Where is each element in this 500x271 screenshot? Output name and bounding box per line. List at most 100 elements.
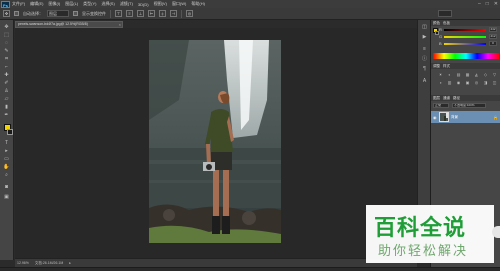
properties-icon[interactable]: ≡	[421, 46, 428, 53]
eye-icon[interactable]: ◉	[433, 115, 437, 120]
eraser-icon[interactable]: ▱	[3, 96, 10, 103]
stamp-icon[interactable]: ♙	[3, 88, 10, 95]
layer-controls: 正常 不透明度:100%	[431, 101, 500, 109]
minimize-icon[interactable]: –	[478, 1, 481, 7]
exposure-icon[interactable]: ▦	[464, 72, 471, 78]
lasso-icon[interactable]: ◌	[3, 40, 10, 47]
close-icon[interactable]: ✕	[494, 1, 498, 7]
character-icon[interactable]: A	[421, 78, 428, 85]
posterize-icon[interactable]: ◨	[482, 80, 489, 86]
align-left-icon[interactable]: ⊢	[148, 10, 155, 17]
brightness-icon[interactable]: ☀	[437, 72, 444, 78]
document-tab[interactable]: pexels-swanson-bd4f7a.jpg@ 12.5%(RGB/8) …	[15, 21, 123, 28]
menu-select[interactable]: 选择(S)	[101, 1, 114, 7]
menu-help[interactable]: 帮助(H)	[191, 1, 205, 7]
close-tab-icon[interactable]: ×	[119, 22, 121, 27]
marquee-icon[interactable]: ⬚	[3, 32, 10, 39]
eyedropper-icon[interactable]: ⌐	[3, 64, 10, 71]
tab-color[interactable]: 颜色	[433, 21, 440, 26]
type-icon[interactable]: T	[3, 140, 10, 147]
menu-3d[interactable]: 3D(D)	[138, 2, 149, 7]
threshold-icon[interactable]: ◫	[491, 80, 498, 86]
side-badge	[492, 226, 500, 238]
color-spectrum-bar[interactable]	[433, 53, 499, 59]
maximize-icon[interactable]: □	[486, 1, 489, 7]
color-balance-icon[interactable]: ▽	[491, 72, 498, 78]
tab-adjustments[interactable]: 调整	[433, 64, 440, 69]
tab-channels[interactable]: 通道	[443, 96, 450, 101]
brush-icon[interactable]: ✐	[3, 80, 10, 87]
layer-row-background[interactable]: ◉ 背景 🔒	[431, 111, 500, 123]
slider-r[interactable]: R 242	[431, 26, 500, 33]
photo-filter-icon[interactable]: ▥	[446, 80, 453, 86]
menu-image[interactable]: 图像(I)	[48, 1, 60, 7]
hand-icon[interactable]: ✋	[3, 164, 10, 171]
invert-icon[interactable]: ◎	[473, 80, 480, 86]
zoom-level[interactable]: 12.96%	[17, 261, 29, 265]
canvas-image[interactable]	[149, 40, 281, 243]
channel-mixer-icon[interactable]: ◉	[455, 80, 462, 86]
align-center-icon[interactable]: ‡	[159, 10, 166, 17]
slider-g[interactable]: G 212	[431, 33, 500, 40]
levels-icon[interactable]: ◐	[446, 72, 453, 78]
background-color-swatch[interactable]	[7, 129, 13, 135]
tab-layers[interactable]: 图层	[433, 96, 440, 101]
slider-b[interactable]: B 0	[431, 40, 500, 47]
slider-track[interactable]	[444, 42, 486, 45]
vibrance-icon[interactable]: ◭	[473, 72, 480, 78]
tab-styles[interactable]: 样式	[443, 64, 450, 69]
menu-filter[interactable]: 滤镜(T)	[120, 1, 133, 7]
paragraph-icon[interactable]: ¶	[421, 66, 428, 73]
align-bottom-icon[interactable]: ⊥	[137, 10, 144, 17]
black-white-icon[interactable]: ◑	[437, 80, 444, 86]
zoom-icon[interactable]: ⌕	[3, 172, 10, 179]
document-title: pexels-swanson-bd4f7a.jpg@ 12.5%(RGB/8)	[18, 22, 88, 26]
history-icon[interactable]: ◫	[421, 24, 428, 31]
slider-value[interactable]: 212	[489, 34, 497, 39]
show-transform-checkbox[interactable]	[73, 11, 78, 16]
color-lookup-icon[interactable]: ▣	[464, 80, 471, 86]
3d-mode-icon[interactable]: ◎	[186, 10, 193, 17]
gradient-icon[interactable]: ▮	[3, 104, 10, 111]
tab-paths[interactable]: 路径	[453, 96, 460, 101]
menu-window[interactable]: 窗口(W)	[172, 1, 186, 7]
photoshop-logo: Ps	[1, 0, 10, 8]
hue-saturation-icon[interactable]: ◇	[482, 72, 489, 78]
status-arrow-icon[interactable]: ▸	[69, 261, 71, 265]
slider-value[interactable]: 0	[489, 41, 497, 46]
thumbnail-image	[440, 113, 448, 121]
auto-select-dropdown[interactable]: 图层	[47, 10, 69, 17]
align-top-icon[interactable]: ⊤	[115, 10, 122, 17]
path-select-icon[interactable]: ▸	[3, 148, 10, 155]
quick-mask-icon[interactable]: ◙	[3, 184, 10, 191]
crop-icon[interactable]: ⌗	[3, 56, 10, 63]
menu-type[interactable]: 类型(Y)	[83, 1, 96, 7]
tab-swatches[interactable]: 色板	[443, 21, 450, 26]
align-right-icon[interactable]: ⊣	[170, 10, 177, 17]
pen-icon[interactable]: ✒	[3, 112, 10, 119]
workspace-dropdown[interactable]	[438, 10, 452, 17]
move-tool-icon[interactable]: ✥	[3, 10, 10, 17]
layer-name: 背景	[451, 114, 458, 119]
slider-track[interactable]	[444, 28, 486, 31]
move-icon[interactable]: ✥	[3, 24, 10, 31]
align-middle-icon[interactable]: ≡	[126, 10, 133, 17]
quick-select-icon[interactable]: ✎	[3, 48, 10, 55]
menu-file[interactable]: 文件(F)	[12, 1, 25, 7]
menu-edit[interactable]: 编辑(E)	[30, 1, 43, 7]
healing-brush-icon[interactable]: ✚	[3, 72, 10, 79]
auto-select-checkbox[interactable]	[14, 11, 19, 16]
actions-icon[interactable]: ▶	[421, 34, 428, 41]
opacity-field[interactable]: 不透明度:100%	[452, 102, 486, 108]
menu-view[interactable]: 视图(V)	[154, 1, 167, 7]
slider-value[interactable]: 242	[489, 27, 497, 32]
info-icon[interactable]: ⓘ	[421, 56, 428, 63]
curves-icon[interactable]: ▤	[455, 72, 462, 78]
window-controls: – □ ✕	[478, 0, 498, 8]
lock-icon[interactable]: 🔒	[493, 115, 498, 120]
blend-mode-dropdown[interactable]: 正常	[433, 102, 449, 108]
shape-icon[interactable]: ▭	[3, 156, 10, 163]
slider-track[interactable]	[444, 35, 486, 38]
screen-mode-icon[interactable]: ▣	[3, 194, 10, 201]
menu-layer[interactable]: 图层(L)	[65, 1, 78, 7]
